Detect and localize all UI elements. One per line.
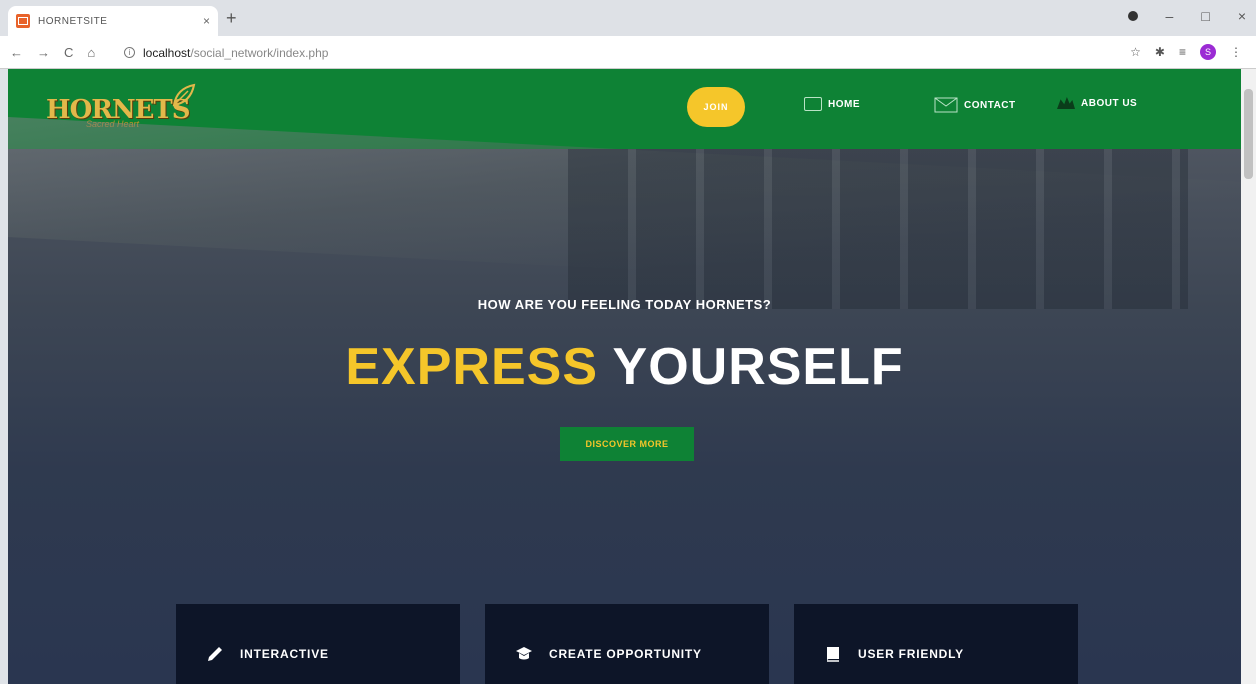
nav-link-label: ABOUT US [1081, 97, 1138, 109]
reload-button[interactable]: C [64, 45, 73, 60]
tab-title: HORNETSITE [38, 15, 108, 27]
page-viewport: HORNETS Sacred Heart JOIN HOME CONTACT A… [8, 69, 1241, 684]
browser-tab[interactable]: HORNETSITE × [8, 6, 218, 36]
address-bar[interactable]: i localhost /social_network/index.php [124, 41, 1124, 64]
browser-toolbar: ← → C ⌂ i localhost /social_network/inde… [0, 36, 1256, 69]
nav-link-home[interactable]: HOME [804, 97, 860, 111]
nav-link-label: CONTACT [964, 99, 1016, 111]
nav-link-about[interactable]: ABOUT US [1057, 97, 1137, 109]
minimize-button[interactable]: – [1166, 8, 1174, 24]
feature-card-interactive: INTERACTIVE [176, 604, 460, 684]
info-icon[interactable]: i [124, 47, 135, 58]
feature-label: USER FRIENDLY [858, 647, 964, 661]
url-host: localhost [143, 45, 191, 60]
tab-close-icon[interactable]: × [203, 14, 210, 28]
graduation-cap-icon [516, 647, 532, 660]
menu-icon[interactable]: ⋮ [1230, 45, 1242, 59]
bookmark-star-icon[interactable]: ☆ [1130, 45, 1141, 59]
home-icon [804, 97, 822, 111]
envelope-icon [934, 97, 958, 113]
leaf-icon [172, 83, 196, 107]
hero-title-highlight: EXPRESS [345, 338, 598, 396]
feature-label: INTERACTIVE [240, 647, 329, 661]
page-scrollbar[interactable] [1241, 69, 1256, 684]
feature-card-user-friendly: USER FRIENDLY [794, 604, 1078, 684]
crown-icon [1057, 97, 1075, 109]
url-path: /social_network/index.php [190, 45, 329, 60]
window-controls: – □ × [1127, 8, 1246, 24]
nav-link-contact[interactable]: CONTACT [934, 97, 1016, 113]
hero-background-fence [568, 149, 1188, 309]
feature-label: CREATE OPPORTUNITY [549, 647, 702, 661]
profile-avatar[interactable]: S [1200, 44, 1216, 60]
join-button[interactable]: JOIN [687, 87, 745, 127]
record-icon[interactable] [1127, 11, 1138, 21]
feature-card-opportunity: CREATE OPPORTUNITY [485, 604, 769, 684]
book-icon [827, 647, 839, 662]
toolbar-actions: ☆ ✱ ≡ S ⋮ [1130, 44, 1242, 60]
hero-title-rest: YOURSELF [612, 338, 904, 396]
maximize-button[interactable]: □ [1201, 8, 1209, 24]
scrollbar-thumb[interactable] [1244, 89, 1253, 179]
home-button[interactable]: ⌂ [87, 45, 95, 60]
nav-link-label: HOME [828, 98, 860, 110]
hero-section: HOW ARE YOU FEELING TODAY HORNETS? EXPRE… [8, 114, 1241, 684]
site-favicon-icon [16, 14, 30, 28]
hero-title: EXPRESS YOURSELF [8, 337, 1241, 397]
new-tab-button[interactable]: + [226, 8, 237, 29]
media-icon[interactable]: ≡ [1179, 45, 1186, 59]
close-window-button[interactable]: × [1238, 8, 1246, 24]
discover-more-button[interactable]: DISCOVER MORE [560, 427, 694, 461]
hero-subtitle: HOW ARE YOU FEELING TODAY HORNETS? [477, 297, 772, 312]
pencil-icon [208, 647, 222, 661]
browser-tab-bar: HORNETSITE × + – □ × [0, 0, 1256, 36]
extensions-icon[interactable]: ✱ [1155, 45, 1165, 59]
forward-button[interactable]: → [37, 45, 50, 60]
back-button[interactable]: ← [10, 45, 23, 60]
